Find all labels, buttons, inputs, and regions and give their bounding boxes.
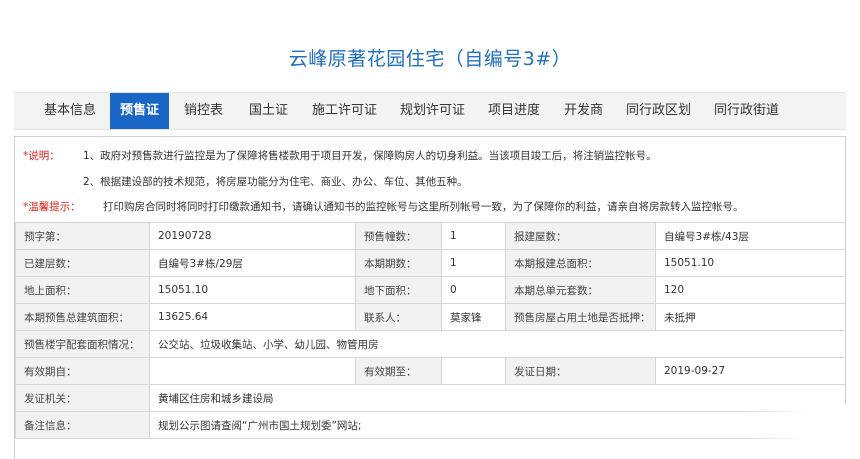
remarks-label: 备注信息： [15,411,150,439]
tab-presale-permit[interactable]: 预售证 [110,93,170,129]
underground-area-label: 地下面积： [355,276,442,304]
note-explain-2: 2、根据建设部的技术规范，将房屋功能分为住宅、商业、办公、车位、其他五种。 [83,176,468,188]
valid-from-label: 有效期自： [15,357,150,385]
valid-until-label: 有效期至： [355,357,442,385]
reported-area-label: 本期报建总面积： [505,249,656,277]
tab-same-district[interactable]: 同行政区划 [626,93,691,129]
table-row: 预售楼宇配套面积情况： 公交站、垃圾收集站、小学、幼儿园、物管用房 [15,330,845,358]
built-floors-value: 自编号3#栋/29层 [149,249,356,277]
presale-number-value: 20190728 [149,222,356,250]
contact-value: 莫家锋 [441,303,506,331]
table-row: 地上面积： 15051.10 地下面积： 0 本期总单元套数： 120 [15,276,845,304]
total-units-value: 120 [655,276,845,304]
tab-land-certificate[interactable]: 国土证 [249,93,288,129]
table-row: 发证机关： 黄埔区住房和城乡建设局 [15,384,845,412]
table-row: 备注信息： 规划公示图请查阅“广州市国土规划委”网站; [15,411,845,439]
presale-area-label: 本期预售总建筑面积： [15,303,150,331]
table-row: 有效期自： 有效期至： 发证日期： 2019-09-27 [15,357,845,385]
notes-section: *说明： 1、政府对预售款进行监控是为了保障将售楼款用于项目开发，保障购房人的切身… [15,137,845,221]
issue-date-value: 2019-09-27 [655,357,845,385]
page-title: 云峰原著花园住宅（自编号3#） [288,48,572,70]
above-ground-area-value: 15051.10 [149,276,356,304]
permit-info-table: 预字第： 20190728 预售幢数： 1 报建屋数： 自编号3#栋/43层 已… [15,222,845,439]
reported-floors-value: 自编号3#栋/43层 [655,222,845,250]
presale-buildings-value: 1 [441,222,506,250]
valid-from-value [149,357,356,385]
permit-panel: *说明： 1、政府对预售款进行监控是为了保障将售楼款用于项目开发，保障购房人的切身… [14,136,846,459]
presale-area-value: 13625.64 [149,303,356,331]
note-explain-1: *说明： 1、政府对预售款进行监控是为了保障将售楼款用于项目开发，保障购房人的切身… [23,150,657,162]
land-mortgage-label: 预售房屋占用土地是否抵押： [505,303,656,331]
valid-until-value [441,357,506,385]
table-row: 本期预售总建筑面积： 13625.64 联系人： 莫家锋 预售房屋占用土地是否抵… [15,303,845,331]
tab-same-street[interactable]: 同行政街道 [714,93,779,129]
note-warm-tip: *温馨提示： 打印购房合同时将同时打印缴款通知书，请确认通知书的监控帐号与这里所列… [23,201,744,213]
reported-floors-label: 报建屋数： [505,222,656,250]
above-ground-area-label: 地上面积： [15,276,150,304]
built-floors-label: 已建层数： [15,249,150,277]
phase-value: 1 [441,249,506,277]
phase-label: 本期期数： [355,249,442,277]
presale-buildings-label: 预售幢数： [355,222,442,250]
issue-date-label: 发证日期： [505,357,656,385]
presale-number-label: 预字第： [15,222,150,250]
fade-overlay [740,404,860,459]
tab-construction-permit[interactable]: 施工许可证 [312,93,377,129]
issuing-authority-label: 发证机关： [15,384,150,412]
table-row: 已建层数： 自编号3#栋/29层 本期期数： 1 本期报建总面积： 15051.… [15,249,845,277]
total-units-label: 本期总单元套数： [505,276,656,304]
contact-label: 联系人： [355,303,442,331]
supporting-facilities-value: 公交站、垃圾收集站、小学、幼儿园、物管用房 [149,330,845,358]
supporting-facilities-label: 预售楼宇配套面积情况： [15,330,150,358]
tab-sales-control[interactable]: 销控表 [184,93,223,129]
tab-project-progress[interactable]: 项目进度 [488,93,540,129]
land-mortgage-value: 未抵押 [655,303,845,331]
tab-developer[interactable]: 开发商 [564,93,603,129]
tab-planning-permit[interactable]: 规划许可证 [400,93,465,129]
tab-bar: 基本信息 预售证 销控表 国土证 施工许可证 规划许可证 项目进度 开发商 同行… [14,92,846,130]
reported-area-value: 15051.10 [655,249,845,277]
underground-area-value: 0 [441,276,506,304]
tab-basic-info[interactable]: 基本信息 [44,93,96,129]
table-row: 预字第： 20190728 预售幢数： 1 报建屋数： 自编号3#栋/43层 [15,222,845,250]
